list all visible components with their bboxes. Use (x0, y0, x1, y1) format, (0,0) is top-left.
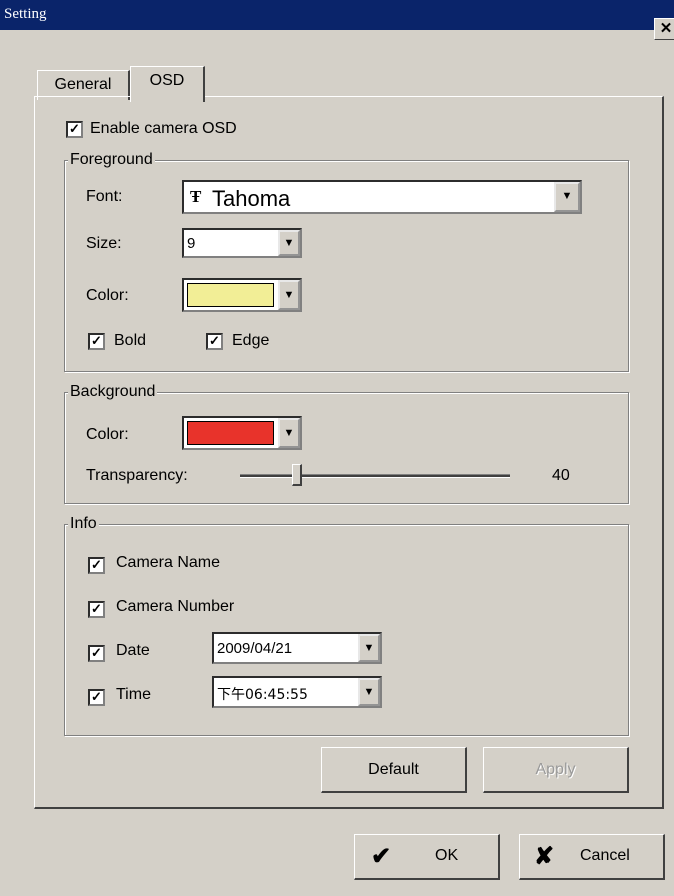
cancel-button[interactable]: ✘ Cancel (519, 834, 665, 880)
window-title: Setting (4, 6, 47, 22)
ok-label: OK (435, 847, 459, 864)
tab-panel-osd (34, 96, 664, 809)
x-mark-icon: ✘ (534, 843, 555, 870)
checkmark-icon: ✔ (371, 843, 392, 870)
title-bar (0, 0, 674, 30)
close-icon: ✕ (659, 20, 673, 37)
cancel-label: Cancel (580, 847, 630, 864)
ok-button[interactable]: ✔ OK (354, 834, 500, 880)
close-button[interactable]: ✕ (654, 18, 674, 40)
tab-osd[interactable]: OSD (130, 66, 205, 102)
